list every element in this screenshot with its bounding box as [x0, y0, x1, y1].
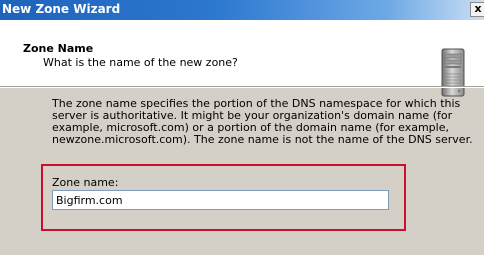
page-subtitle: What is the name of the new zone?: [43, 56, 238, 69]
close-button[interactable]: x: [470, 2, 484, 17]
zone-name-label: Zone name:: [52, 176, 119, 189]
page-title: Zone Name: [23, 42, 94, 55]
title-bar[interactable]: New Zone Wizard x: [0, 0, 484, 20]
wizard-header: Zone Name What is the name of the new zo…: [0, 20, 484, 97]
server-icon: [441, 48, 465, 97]
zone-name-description: The zone name specifies the portion of t…: [52, 97, 473, 146]
window-title: New Zone Wizard: [2, 2, 121, 16]
zone-name-input[interactable]: [52, 190, 389, 210]
header-separator: [0, 86, 484, 88]
new-zone-wizard-window: New Zone Wizard x Zone Name What is the …: [0, 0, 484, 255]
